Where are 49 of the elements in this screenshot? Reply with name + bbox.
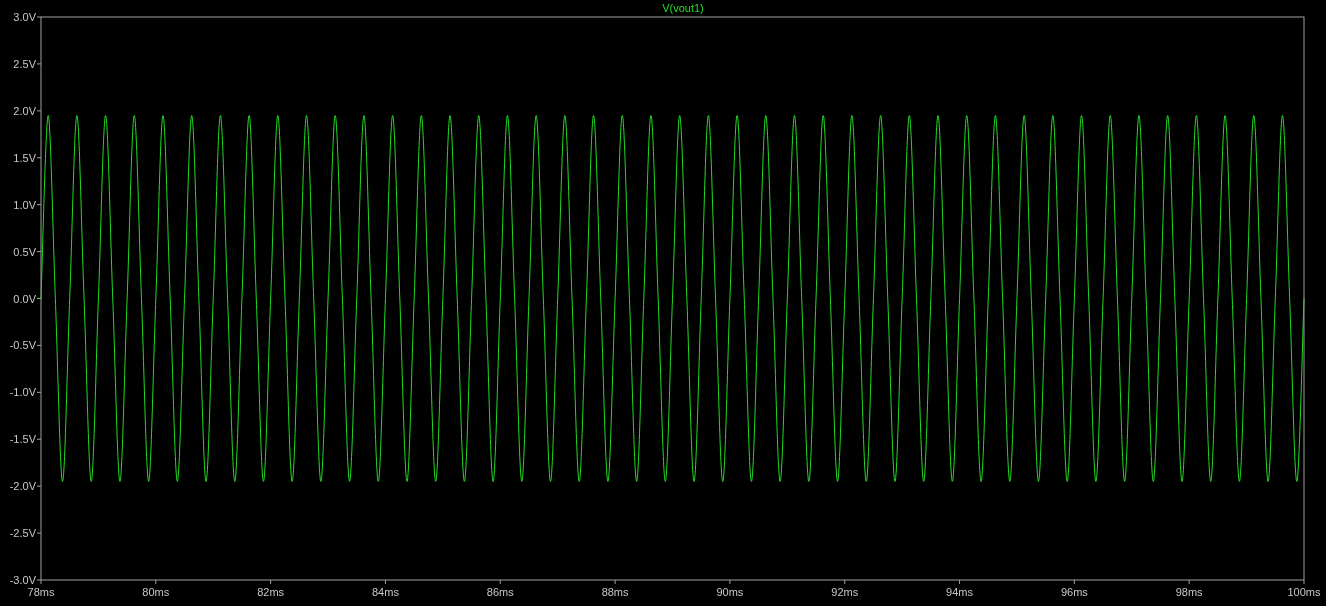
axis-tick-label: 88ms <box>601 586 629 598</box>
axis-tick-label: 1.0V <box>13 198 36 211</box>
tick-mark <box>36 485 42 487</box>
axis-tick-label: 84ms <box>372 586 399 598</box>
tick-mark <box>36 16 42 18</box>
axis-tick-label: 82ms <box>257 586 285 598</box>
axis-tick-label: 100ms <box>1287 586 1321 598</box>
tick-mark <box>1303 579 1305 585</box>
tick-mark <box>729 579 731 585</box>
axis-tick-label: -3.0V <box>9 574 36 586</box>
axis-tick-label: 86ms <box>486 586 514 598</box>
axis-tick-label: 98ms <box>1175 586 1203 598</box>
tick-mark <box>270 579 272 585</box>
axis-tick-label: 78ms <box>27 586 55 598</box>
tick-mark <box>36 391 42 393</box>
axis-tick-label: -2.0V <box>9 480 36 493</box>
tick-mark <box>1073 579 1075 585</box>
axis-tick-label: -2.5V <box>9 527 36 540</box>
tick-mark <box>36 63 42 65</box>
tick-mark <box>36 532 42 534</box>
axis-tick-label: 92ms <box>831 586 859 598</box>
tick-mark <box>36 438 42 440</box>
axis-tick-label: -0.5V <box>9 339 36 352</box>
axis-tick-label: 1.5V <box>13 151 36 164</box>
axis-tick-label: 2.0V <box>13 104 36 117</box>
tick-mark <box>384 579 386 585</box>
axis-tick-label: 0.0V <box>13 292 36 305</box>
axis-tick-label: 0.5V <box>13 245 36 258</box>
tick-mark <box>36 298 42 299</box>
tick-mark <box>614 579 616 585</box>
axis-tick-label: 96ms <box>1060 586 1088 598</box>
axis-tick-label: 94ms <box>946 586 973 598</box>
tick-mark <box>36 157 42 159</box>
tick-mark <box>959 579 961 585</box>
tick-mark <box>499 579 501 585</box>
axis-tick-label: 2.5V <box>13 57 36 70</box>
axis-tick-label: 3.0V <box>13 11 36 23</box>
tick-mark <box>36 110 42 112</box>
tick-mark <box>36 344 42 346</box>
axis-tick-label: -1.5V <box>9 433 36 446</box>
tick-mark <box>844 579 846 585</box>
axis-tick-label: -1.0V <box>9 386 36 399</box>
axis-tick-label: 90ms <box>716 586 744 598</box>
tick-mark <box>36 251 42 253</box>
tick-mark <box>155 579 157 585</box>
tick-mark <box>1188 579 1190 585</box>
tick-mark <box>36 204 42 206</box>
axis-tick-label: 80ms <box>142 586 170 598</box>
chart-title: V(vout1) <box>662 2 704 14</box>
